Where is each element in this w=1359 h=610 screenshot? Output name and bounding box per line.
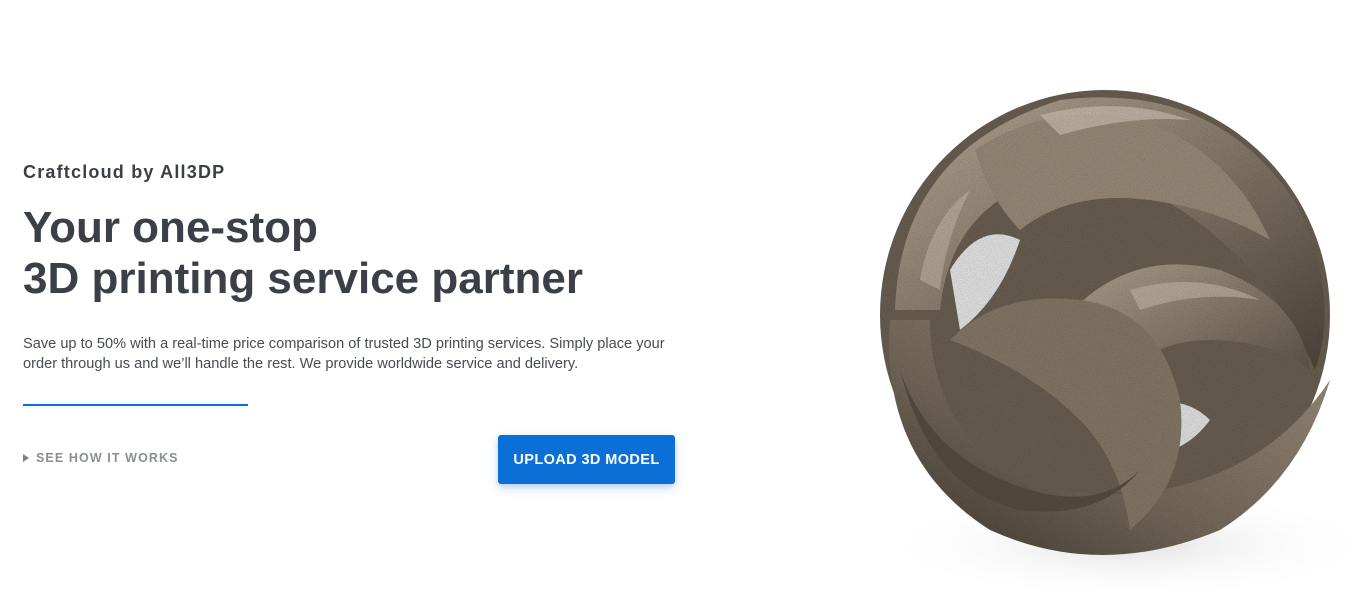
page-title-line-2: 3D printing service partner: [23, 254, 583, 303]
see-how-it-works-link[interactable]: SEE HOW IT WORKS: [23, 451, 179, 465]
see-how-it-works-label: SEE HOW IT WORKS: [36, 451, 179, 465]
product-image: [800, 40, 1359, 610]
page-title-line-1: Your one-stop: [23, 203, 318, 252]
upload-3d-model-button[interactable]: UPLOAD 3D MODEL: [498, 435, 675, 484]
hero-section: Craftcloud by All3DP Your one-stop 3D pr…: [0, 0, 1359, 610]
metal-knot-sculpture-illustration: [880, 90, 1359, 600]
hero-content: Craftcloud by All3DP Your one-stop 3D pr…: [23, 0, 703, 610]
page-title: Your one-stop 3D printing service partne…: [23, 202, 583, 304]
accent-divider: [23, 404, 248, 406]
hero-description: Save up to 50% with a real-time price co…: [23, 336, 665, 372]
play-triangle-icon: [23, 454, 29, 462]
brand-tagline: Craftcloud by All3DP: [23, 162, 226, 182]
